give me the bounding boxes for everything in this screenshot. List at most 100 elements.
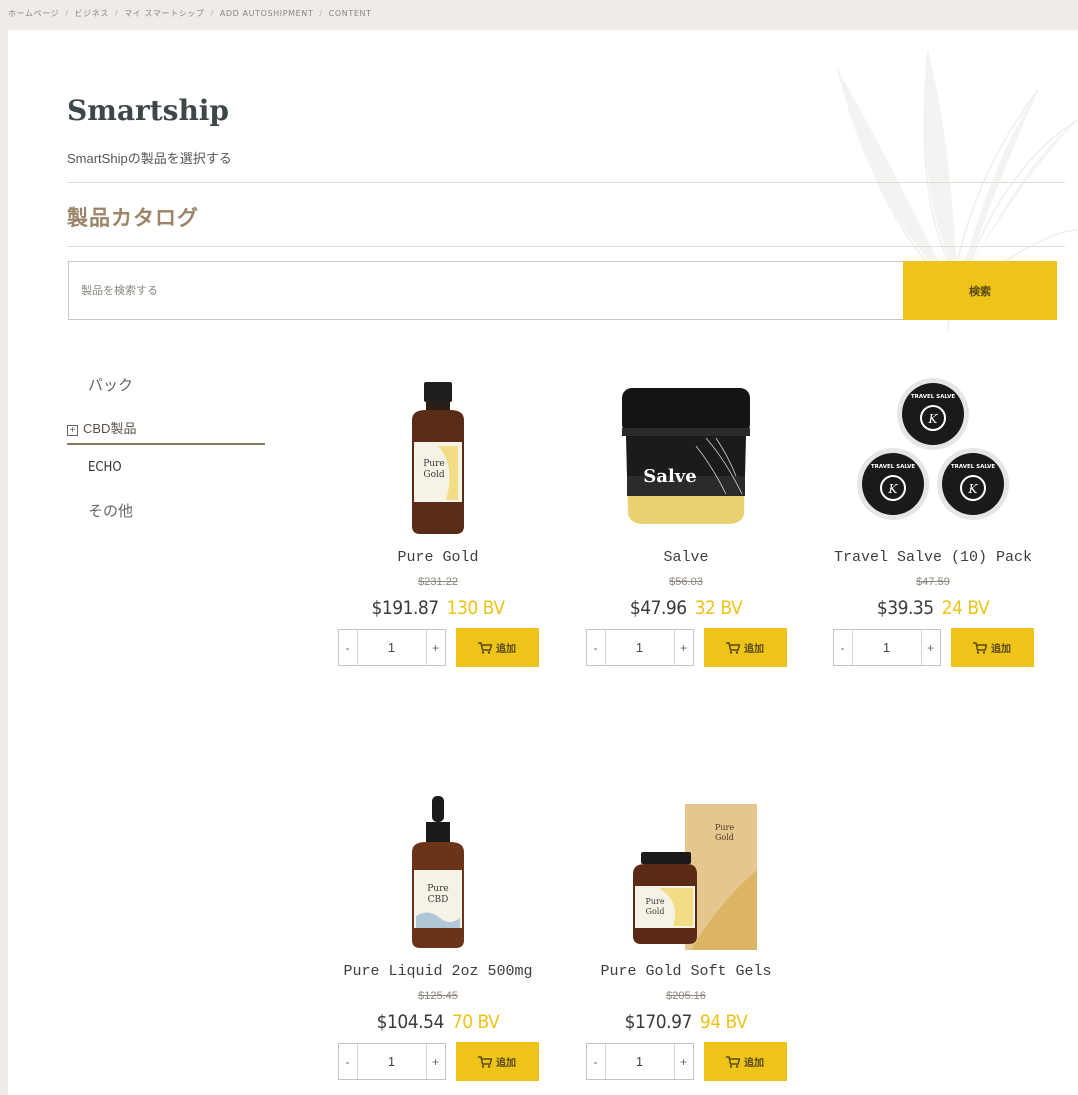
cart-icon — [726, 1055, 740, 1068]
svg-text:Pure: Pure — [645, 897, 664, 906]
product-original-price: $231.22 — [418, 576, 458, 588]
product-name[interactable]: Pure Liquid 2oz 500mg — [328, 963, 548, 980]
product-card: Pure Gold Pure Gold $231.22 $191.87 130 B… — [328, 376, 548, 667]
search-input[interactable] — [68, 261, 904, 320]
dropper-bottle-icon: Pure CBD — [412, 796, 464, 948]
product-name[interactable]: Pure Gold Soft Gels — [576, 963, 796, 980]
qty-increment-button[interactable]: + — [674, 630, 693, 665]
product-bv: 94 BV — [699, 1011, 748, 1033]
svg-text:K: K — [968, 482, 979, 496]
svg-text:Gold: Gold — [646, 907, 665, 916]
product-controls: - + 追加 — [328, 1042, 548, 1081]
quantity-stepper: - + — [585, 629, 694, 666]
product-name[interactable]: Pure Gold — [328, 549, 548, 566]
add-to-cart-button[interactable]: 追加 — [455, 628, 539, 667]
category-echo[interactable]: ECHO — [88, 460, 122, 475]
category-cbd[interactable]: + CBD製品 — [67, 418, 265, 445]
product-price: $170.97 — [624, 1011, 693, 1033]
quantity-input[interactable] — [604, 630, 675, 665]
product-name[interactable]: Travel Salve (10) Pack — [823, 549, 1043, 566]
breadcrumb-my-smartship[interactable]: マイ スマートシップ — [124, 9, 204, 18]
amber-bottle-icon: Pure Gold — [412, 382, 464, 534]
product-price: $104.54 — [376, 1011, 445, 1033]
product-image[interactable]: Pure CBD — [328, 790, 548, 950]
product-controls: - + 追加 — [328, 628, 548, 667]
main-panel: Smartship SmartShipの製品を選択する 製品カタログ 検索 パッ… — [8, 30, 1078, 1095]
catalog-heading: 製品カタログ — [67, 207, 199, 230]
search-button[interactable]: 検索 — [903, 261, 1057, 320]
qty-increment-button[interactable]: + — [426, 1044, 445, 1079]
product-price-line: $39.35 24 BV — [823, 597, 1043, 619]
product-original-price: $125.45 — [418, 990, 458, 1002]
quantity-input[interactable] — [604, 1044, 675, 1079]
product-price: $39.35 — [876, 597, 934, 619]
quantity-input[interactable] — [851, 630, 922, 665]
quantity-input[interactable] — [356, 1044, 427, 1079]
soft-gels-box-icon: Pure Gold Pure Gold — [633, 804, 757, 950]
svg-text:TRAVEL SALVE: TRAVEL SALVE — [951, 464, 996, 470]
category-cbd-label: CBD製品 — [83, 421, 137, 436]
product-controls: - + 追加 — [576, 628, 796, 667]
product-price-line: $104.54 70 BV — [328, 1011, 548, 1033]
quantity-stepper: - + — [337, 1043, 446, 1080]
product-bv: 70 BV — [451, 1011, 500, 1033]
qty-increment-button[interactable]: + — [674, 1044, 693, 1079]
qty-decrement-button[interactable]: - — [586, 630, 605, 665]
add-to-cart-button[interactable]: 追加 — [703, 628, 787, 667]
cart-icon — [726, 641, 740, 654]
qty-decrement-button[interactable]: - — [586, 1044, 605, 1079]
svg-text:K: K — [928, 412, 939, 426]
breadcrumb-add-autoshipment[interactable]: ADD AUTOSHIPMENT — [220, 9, 314, 18]
add-label: 追加 — [496, 644, 516, 655]
add-to-cart-button[interactable]: 追加 — [703, 1042, 787, 1081]
qty-decrement-button[interactable]: - — [338, 630, 357, 665]
qty-increment-button[interactable]: + — [921, 630, 940, 665]
svg-text:Pure: Pure — [427, 884, 448, 894]
travel-salve-tins-icon: K TRAVEL SALVE K TRAVEL SALVE K TRAVEL S… — [857, 378, 1009, 520]
page-title: Smartship — [67, 94, 230, 127]
svg-text:Pure: Pure — [423, 459, 444, 469]
svg-text:Gold: Gold — [715, 833, 734, 842]
add-label: 追加 — [744, 644, 764, 655]
product-original-price: $205.16 — [666, 990, 706, 1002]
category-packs[interactable]: パック — [88, 374, 133, 395]
product-price: $47.96 — [629, 597, 687, 619]
product-original-price: $47.59 — [916, 576, 950, 588]
product-card: K TRAVEL SALVE K TRAVEL SALVE K TRAVEL S… — [823, 376, 1043, 667]
product-image[interactable]: Pure Gold Pure Gold — [576, 790, 796, 950]
product-name[interactable]: Salve — [576, 549, 796, 566]
svg-text:K: K — [888, 482, 899, 496]
quantity-input[interactable] — [356, 630, 427, 665]
add-to-cart-button[interactable]: 追加 — [455, 1042, 539, 1081]
qty-decrement-button[interactable]: - — [833, 630, 852, 665]
cart-icon — [478, 1055, 492, 1068]
svg-text:Salve: Salve — [643, 466, 696, 487]
product-price-line: $47.96 32 BV — [576, 597, 796, 619]
add-to-cart-button[interactable]: 追加 — [950, 628, 1034, 667]
product-bv: 32 BV — [694, 597, 743, 619]
add-label: 追加 — [496, 1058, 516, 1069]
product-bv: 130 BV — [446, 597, 505, 619]
page-subtitle: SmartShipの製品を選択する — [67, 151, 232, 166]
qty-decrement-button[interactable]: - — [338, 1044, 357, 1079]
product-bv: 24 BV — [941, 597, 990, 619]
product-price-line: $170.97 94 BV — [576, 1011, 796, 1033]
breadcrumb-business[interactable]: ビジネス — [75, 9, 109, 18]
expand-icon[interactable]: + — [67, 425, 78, 436]
qty-increment-button[interactable]: + — [426, 630, 445, 665]
breadcrumb-home[interactable]: ホームページ — [8, 9, 59, 18]
svg-text:CBD: CBD — [428, 895, 449, 905]
product-controls: - + 追加 — [823, 628, 1043, 667]
product-card: Pure CBD Pure Liquid 2oz 500mg $125.45 $… — [328, 790, 548, 1081]
product-card: Salve Salve $56.03 $47.96 32 BV - + 追加 — [576, 376, 796, 667]
svg-text:Gold: Gold — [423, 470, 444, 480]
product-image[interactable]: Salve — [576, 376, 796, 536]
product-image[interactable]: K TRAVEL SALVE K TRAVEL SALVE K TRAVEL S… — [823, 376, 1043, 536]
product-price-line: $191.87 130 BV — [328, 597, 548, 619]
svg-text:Pure: Pure — [715, 823, 734, 832]
svg-text:TRAVEL SALVE: TRAVEL SALVE — [911, 394, 956, 400]
category-other[interactable]: その他 — [88, 500, 133, 521]
product-original-price: $56.03 — [669, 576, 703, 588]
product-image[interactable]: Pure Gold — [328, 376, 548, 536]
product-controls: - + 追加 — [576, 1042, 796, 1081]
